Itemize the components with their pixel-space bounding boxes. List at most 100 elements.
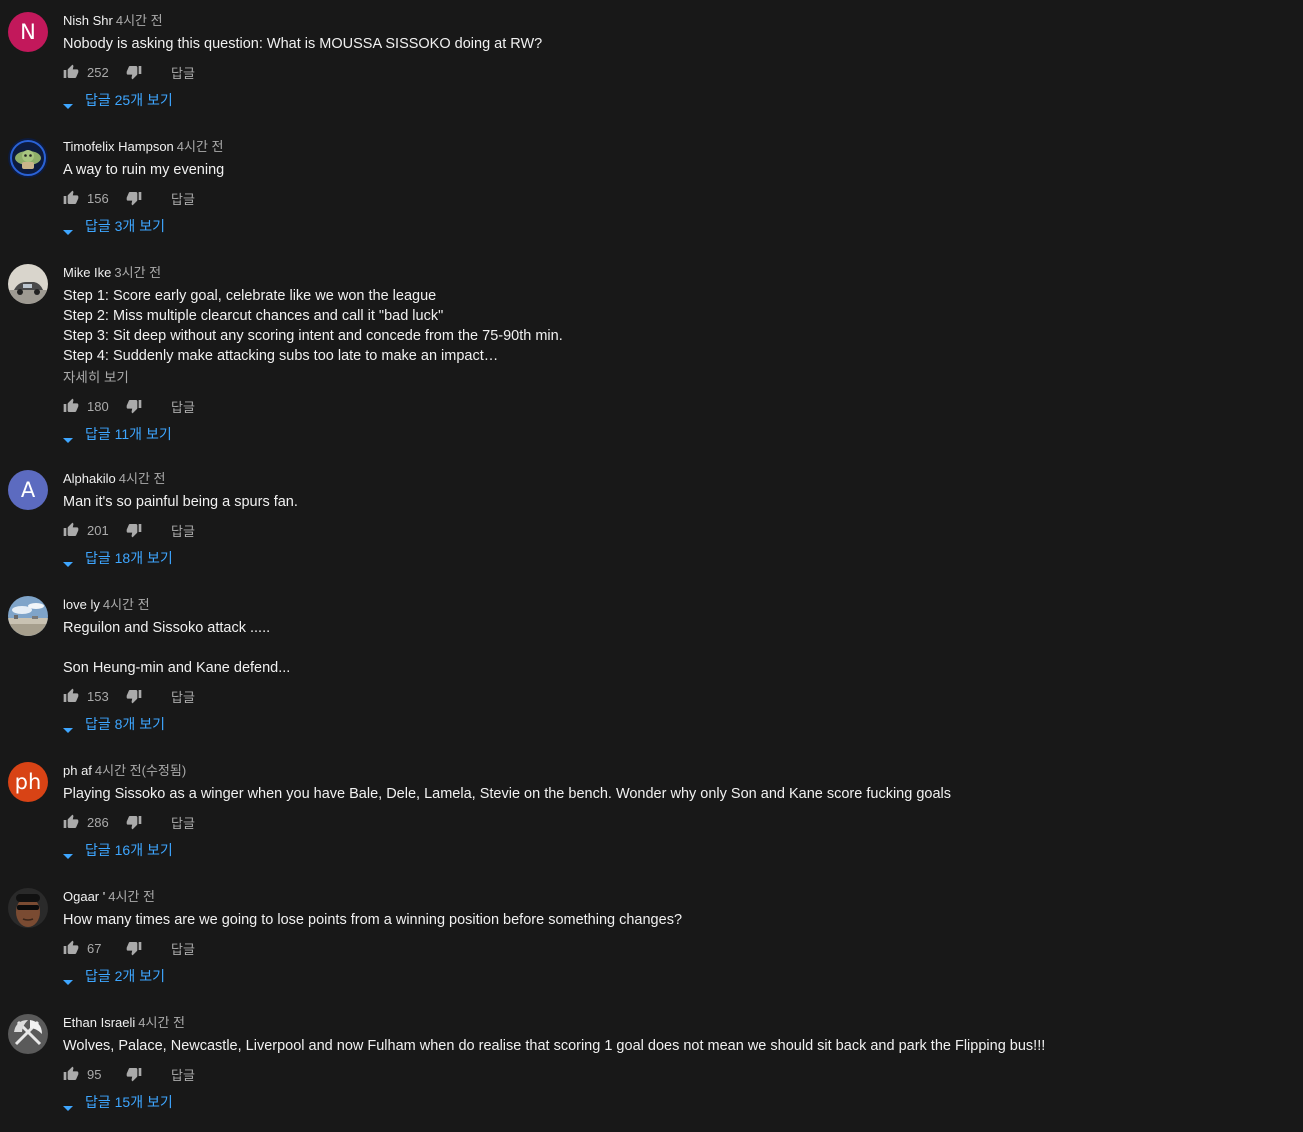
comment-timestamp[interactable]: 4시간 전	[116, 13, 163, 28]
like-count: 252	[87, 64, 109, 80]
reply-button[interactable]: 답글	[171, 813, 195, 832]
like-count: 180	[87, 398, 109, 414]
caret-down-icon	[63, 721, 73, 733]
avatar[interactable]	[8, 264, 48, 304]
comment-timestamp[interactable]: 3시간 전	[114, 265, 161, 280]
comment-text: Man it's so painful being a spurs fan.	[63, 494, 298, 510]
thumbs-down-icon[interactable]	[126, 64, 142, 80]
comment-actions: 286 답글	[63, 812, 1303, 832]
view-replies-button[interactable]: 답글 18개 보기	[63, 548, 1303, 568]
author-name[interactable]: Timofelix Hampson	[63, 139, 174, 154]
reply-button[interactable]: 답글	[171, 63, 195, 82]
view-replies-button[interactable]: 답글 3개 보기	[63, 216, 1303, 236]
avatar[interactable]	[8, 888, 48, 928]
comment-timestamp[interactable]: 4시간 전	[138, 1015, 185, 1030]
comment-body: love ly 4시간 전 Reguilon and Sissoko attack …	[63, 596, 1303, 734]
comment-header: Nish Shr 4시간 전	[63, 12, 1303, 30]
caret-down-icon	[63, 973, 73, 985]
thumbs-down-icon[interactable]	[126, 522, 142, 538]
view-replies-button[interactable]: 답글 16개 보기	[63, 840, 1303, 860]
thumbs-down-icon[interactable]	[126, 814, 142, 830]
comment-body: Alphakilo 4시간 전 Man it's so painful being …	[63, 470, 1303, 568]
view-replies-button[interactable]: 답글 11개 보기	[63, 424, 1303, 444]
sky-photo-avatar-icon	[8, 596, 48, 636]
avatar[interactable]: ph	[8, 762, 48, 802]
view-replies-label: 답글 11개 보기	[85, 426, 172, 442]
author-name[interactable]: Alphakilo	[63, 471, 116, 486]
thumbs-up-icon[interactable]	[63, 688, 79, 704]
comment-timestamp[interactable]: 4시간 전	[177, 139, 224, 154]
thumbs-down-icon[interactable]	[126, 398, 142, 414]
reply-button[interactable]: 답글	[171, 1065, 195, 1084]
comment-actions: 201 답글	[63, 520, 1303, 540]
thumbs-down-icon[interactable]	[126, 190, 142, 206]
view-replies-button[interactable]: 답글 25개 보기	[63, 90, 1303, 110]
view-replies-label: 답글 16개 보기	[85, 842, 173, 858]
like-count: 153	[87, 688, 109, 704]
comment-header: Ethan Israeli 4시간 전	[63, 1014, 1303, 1032]
comment-actions: 95 답글	[63, 1064, 1303, 1084]
read-more-link[interactable]: 자세히 보기	[63, 368, 1303, 388]
author-name[interactable]: love ly	[63, 597, 100, 612]
comment-actions: 252 답글	[63, 62, 1303, 82]
view-replies-label: 답글 2개 보기	[85, 968, 165, 984]
view-replies-button[interactable]: 답글 8개 보기	[63, 714, 1303, 734]
view-replies-label: 답글 15개 보기	[85, 1094, 173, 1110]
avatar[interactable]	[8, 596, 48, 636]
comment-text: Playing Sissoko as a winger when you hav…	[63, 786, 951, 802]
comment-body: Timofelix Hampson 4시간 전 A way to ruin my e…	[63, 138, 1303, 236]
reply-button[interactable]: 답글	[171, 687, 195, 706]
comment-timestamp[interactable]: 4시간 전	[108, 889, 155, 904]
caret-down-icon	[63, 847, 73, 859]
thumbs-up-icon[interactable]	[63, 190, 79, 206]
thumbs-down-icon[interactable]	[126, 940, 142, 956]
like-count: 156	[87, 190, 109, 206]
thumbs-up-icon[interactable]	[63, 522, 79, 538]
comment-header: ph af 4시간 전(수정됨)	[63, 762, 1303, 780]
comment-text: Reguilon and Sissoko attack ..... Son He…	[63, 620, 291, 676]
yoda-avatar-icon	[8, 138, 48, 178]
author-name[interactable]: Nish Shr	[63, 13, 113, 28]
view-replies-button[interactable]: 답글 2개 보기	[63, 966, 1303, 986]
reply-button[interactable]: 답글	[171, 397, 195, 416]
view-replies-label: 답글 18개 보기	[85, 550, 173, 566]
view-replies-button[interactable]: 답글 15개 보기	[63, 1092, 1303, 1112]
thumbs-up-icon[interactable]	[63, 1066, 79, 1082]
author-name[interactable]: Ethan Israeli	[63, 1015, 135, 1030]
comment-text: Step 1: Score early goal, celebrate like…	[63, 288, 563, 364]
comment-timestamp[interactable]: 4시간 전(수정됨)	[95, 763, 186, 778]
thumbs-up-icon[interactable]	[63, 814, 79, 830]
comment-body: Mike Ike 3시간 전 Step 1: Score early goal, c…	[63, 264, 1303, 444]
reply-button[interactable]: 답글	[171, 189, 195, 208]
caret-down-icon	[63, 555, 73, 567]
thumbs-up-icon[interactable]	[63, 64, 79, 80]
comment-timestamp[interactable]: 4시간 전	[103, 597, 150, 612]
author-name[interactable]: ph af	[63, 763, 92, 778]
author-name[interactable]: Mike Ike	[63, 265, 111, 280]
thumbs-up-icon[interactable]	[63, 940, 79, 956]
like-count: 201	[87, 522, 109, 538]
thumbs-down-icon[interactable]	[126, 1066, 142, 1082]
comment-body: ph af 4시간 전(수정됨) Playing Sissoko as a wing…	[63, 762, 1303, 860]
comment-header: Mike Ike 3시간 전	[63, 264, 1303, 282]
comment-actions: 153 답글	[63, 686, 1303, 706]
comment-body: Ethan Israeli 4시간 전 Wolves, Palace, Newcas…	[63, 1014, 1303, 1112]
thumbs-down-icon[interactable]	[126, 688, 142, 704]
thumbs-up-icon[interactable]	[63, 398, 79, 414]
caret-down-icon	[63, 1099, 73, 1111]
sunglasses-face-avatar-icon	[8, 888, 48, 928]
avatar[interactable]: A	[8, 470, 48, 510]
view-replies-label: 답글 25개 보기	[85, 92, 173, 108]
comment-actions: 180 답글	[63, 396, 1303, 416]
caret-down-icon	[63, 223, 73, 235]
caret-down-icon	[63, 431, 73, 443]
view-replies-label: 답글 3개 보기	[85, 218, 165, 234]
comment-header: love ly 4시간 전	[63, 596, 1303, 614]
reply-button[interactable]: 답글	[171, 521, 195, 540]
avatar[interactable]: N	[8, 12, 48, 52]
avatar[interactable]	[8, 1014, 48, 1054]
avatar[interactable]	[8, 138, 48, 178]
author-name[interactable]: Ogaar '	[63, 889, 105, 904]
reply-button[interactable]: 답글	[171, 939, 195, 958]
comment-timestamp[interactable]: 4시간 전	[119, 471, 166, 486]
